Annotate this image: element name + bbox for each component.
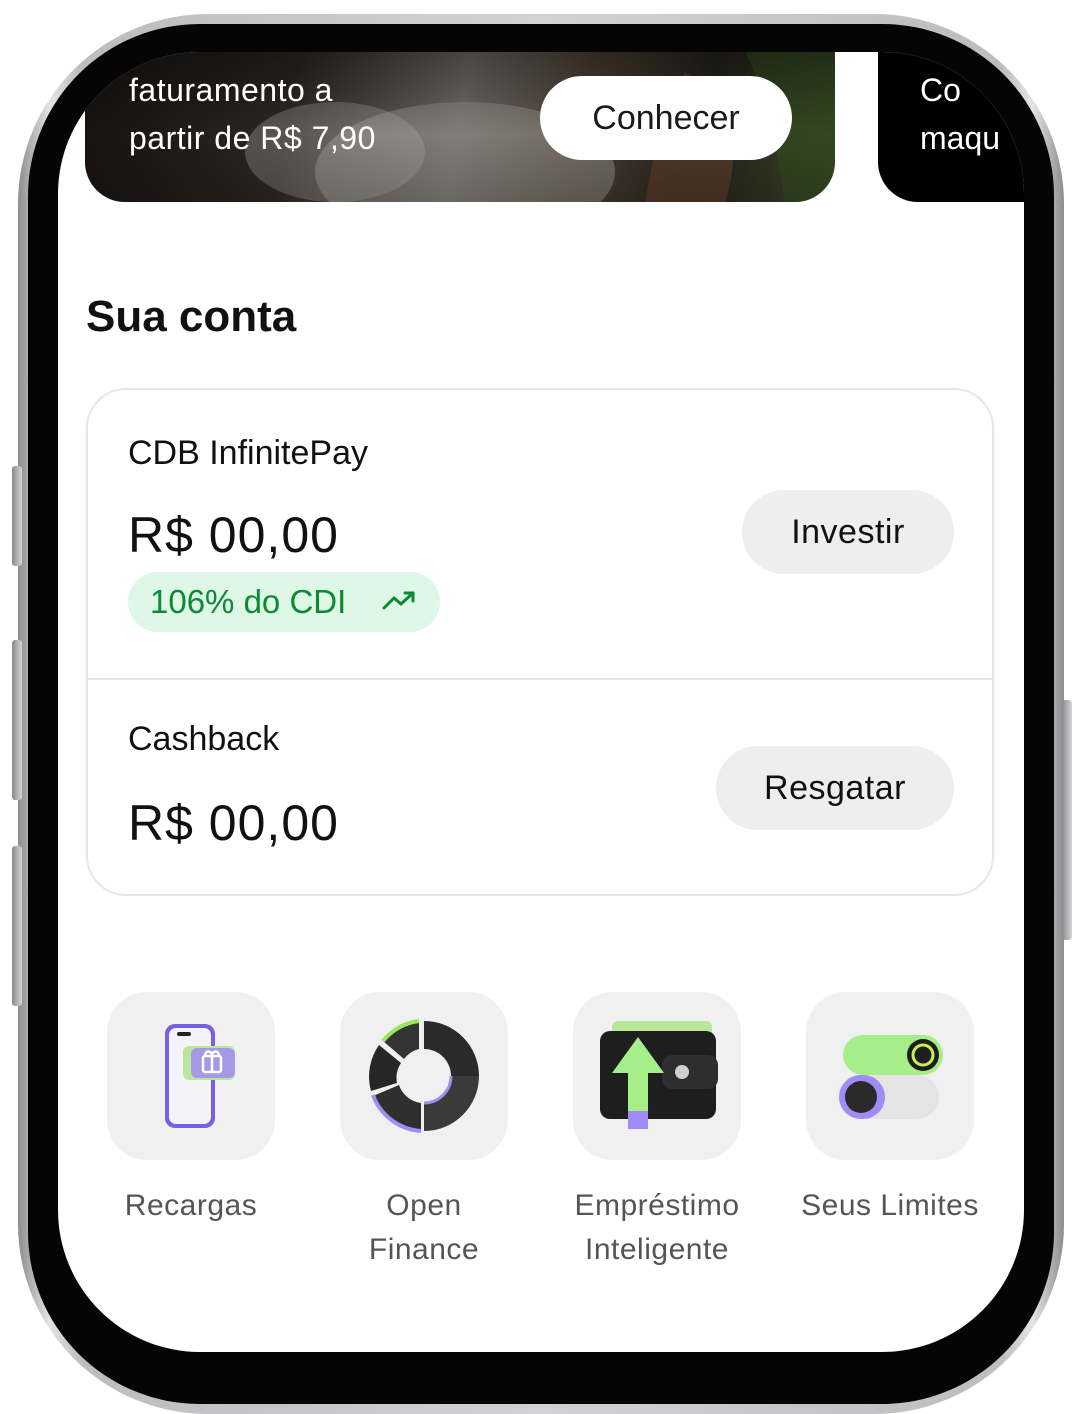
promo-banner[interactable]: faturamento a partir de R$ 7,90 Conhecer [85,52,835,202]
shortcut-seus-limites[interactable]: Seus Limites [790,992,990,1228]
shortcut-tile[interactable] [340,992,508,1160]
shortcut-tile[interactable] [806,992,974,1160]
cashback-title: Cashback [128,720,280,758]
shortcut-tile[interactable] [573,992,741,1160]
conhecer-button[interactable]: Conhecer [540,76,792,160]
investir-button[interactable]: Investir [742,490,954,574]
phone-side-button [12,640,22,800]
wallet-arrow-up-icon [600,1021,718,1129]
trending-up-icon [382,591,415,610]
donut-chart-icon [369,1019,479,1133]
banner-text-line2: partir de R$ 7,90 [129,120,376,156]
phone-side-button [12,846,22,1006]
shortcut-label: Empréstimo Inteligente [574,1189,740,1266]
phone-gift-icon [165,1024,235,1128]
cdb-title: CDB InfinitePay [128,434,368,472]
banner-next-text-line2: maqu [920,120,1001,156]
banner-text: faturamento a partir de R$ 7,90 [129,66,376,162]
cashback-balance: R$ 00,00 [128,795,339,851]
shortcut-emprestimo[interactable]: Empréstimo Inteligente [557,992,757,1272]
shortcut-label: Seus Limites [801,1189,979,1222]
phone-side-button [12,466,22,566]
section-title: Sua conta [86,292,297,341]
banner-text-line1: faturamento a [129,72,333,108]
shortcut-recargas[interactable]: Recargas [91,992,291,1228]
shortcut-label: Open Finance [368,1189,480,1266]
cdi-rate-badge: 106% do CDI [128,572,440,632]
account-card: CDB InfinitePay R$ 00,00 106% do CDI Inv… [86,388,994,896]
shortcut-open-finance[interactable]: Open Finance [324,992,524,1272]
banner-next-text-line1: Co [920,72,961,108]
banner-next-text: Co maqu [920,66,1000,162]
shortcut-tile[interactable] [107,992,275,1160]
phone-side-button [1062,700,1072,940]
cdb-row[interactable]: CDB InfinitePay R$ 00,00 106% do CDI Inv… [88,390,992,680]
cashback-row[interactable]: Cashback R$ 00,00 Resgatar [88,678,992,894]
toggle-switches-icon [839,1035,943,1119]
cdi-rate-text: 106% do CDI [150,583,347,620]
resgatar-button[interactable]: Resgatar [716,746,954,830]
shortcut-label: Recargas [124,1189,258,1222]
promo-banner-next[interactable]: Co maqu [878,52,1024,202]
app-screen: faturamento a partir de R$ 7,90 Conhecer… [58,52,1024,1352]
cdb-balance: R$ 00,00 [128,507,339,563]
